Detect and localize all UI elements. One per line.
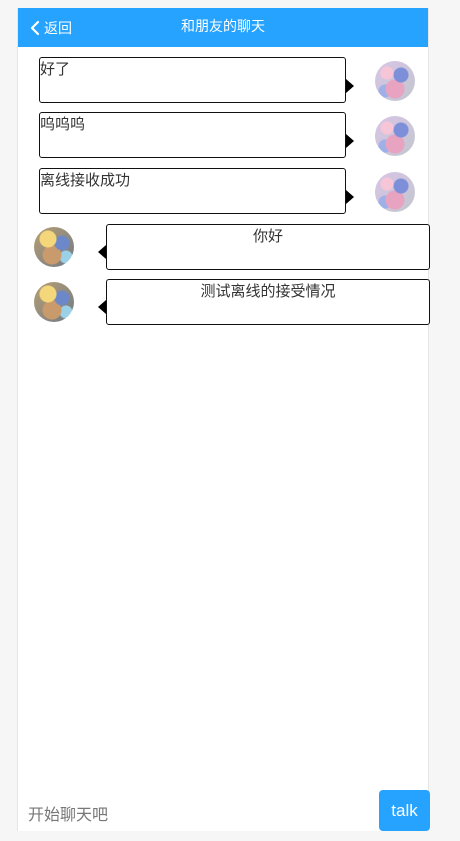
avatar[interactable]	[375, 172, 415, 212]
message-row-friend: 测试离线的接受情况	[18, 279, 430, 325]
avatar[interactable]	[375, 61, 415, 101]
input-bar: talk	[18, 790, 430, 832]
message-text: 测试离线的接受情况	[200, 282, 336, 300]
message-row-self: 离线接收成功	[18, 168, 430, 214]
bubble-arrow	[346, 190, 354, 204]
talk-button[interactable]: talk	[379, 790, 430, 831]
avatar[interactable]	[34, 282, 74, 322]
bubble-arrow	[346, 134, 354, 148]
bubble-arrow	[98, 245, 106, 259]
message-bubble[interactable]: 离线接收成功	[39, 168, 346, 214]
message-bubble[interactable]: 你好	[106, 224, 430, 270]
message-bubble[interactable]: 好了	[39, 57, 346, 103]
message-text: 好了	[40, 60, 71, 78]
chevron-left-icon	[30, 20, 40, 36]
message-bubble[interactable]: 测试离线的接受情况	[106, 279, 430, 325]
avatar[interactable]	[375, 116, 415, 156]
bubble-arrow	[346, 79, 354, 93]
page-title: 和朋友的聊天	[181, 19, 265, 35]
back-button[interactable]: 返回	[30, 8, 72, 47]
message-row-friend: 你好	[18, 224, 430, 270]
message-row-self: 好了	[18, 57, 430, 103]
message-text: 离线接收成功	[40, 171, 131, 189]
avatar[interactable]	[34, 227, 74, 267]
message-input[interactable]	[26, 796, 370, 832]
message-text: 呜呜呜	[40, 115, 86, 133]
message-bubble[interactable]: 呜呜呜	[39, 112, 346, 158]
chat-screen: 返回 和朋友的聊天 好了 呜呜呜 离线接收成功 你好 测试离线的接受情况 开始聊…	[17, 8, 430, 832]
bubble-arrow	[98, 300, 106, 314]
back-label: 返回	[44, 20, 72, 37]
message-text: 你好	[252, 227, 283, 245]
header-bar: 返回 和朋友的聊天	[18, 8, 428, 47]
message-row-self: 呜呜呜	[18, 112, 430, 158]
